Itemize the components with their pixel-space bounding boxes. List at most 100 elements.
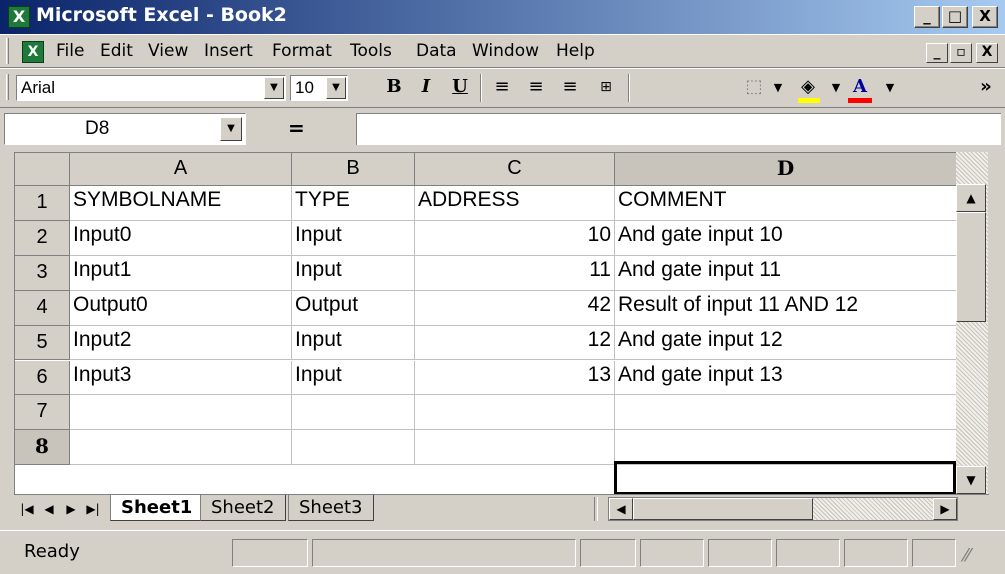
grid-cell[interactable]: Input2 bbox=[70, 325, 292, 361]
grid-cell[interactable]: Result of input 11 AND 12 bbox=[615, 290, 957, 326]
maximize-button[interactable]: □ bbox=[942, 6, 968, 28]
grid-cell[interactable]: Output0 bbox=[70, 290, 292, 326]
first-sheet-icon[interactable]: |◀ bbox=[16, 498, 38, 520]
menu-data[interactable]: Data bbox=[416, 41, 457, 61]
scroll-up-button[interactable]: ▲ bbox=[956, 184, 986, 212]
bold-button[interactable]: B bbox=[380, 74, 408, 100]
font-color-button[interactable]: A bbox=[846, 74, 874, 100]
underline-button[interactable]: U bbox=[446, 74, 474, 100]
tab-sheet1[interactable]: Sheet1 bbox=[110, 495, 204, 521]
insert-function-button[interactable]: = bbox=[288, 116, 305, 140]
grid-cell[interactable] bbox=[415, 430, 615, 466]
last-sheet-icon[interactable]: ▶| bbox=[82, 498, 104, 520]
grid-cell[interactable]: Input0 bbox=[70, 220, 292, 256]
grid-cell[interactable]: Input bbox=[292, 255, 415, 291]
vertical-scrollbar[interactable]: ▲ ▼ bbox=[956, 152, 988, 494]
grid-cell[interactable] bbox=[615, 395, 957, 431]
menu-insert[interactable]: Insert bbox=[204, 41, 253, 61]
menu-format[interactable]: Format bbox=[272, 41, 332, 61]
grid-cell[interactable] bbox=[70, 430, 292, 466]
column-header-a[interactable]: A bbox=[70, 153, 292, 186]
grid-cell[interactable]: Input bbox=[292, 360, 415, 396]
row-header[interactable]: 1 bbox=[15, 186, 70, 221]
grid-cell[interactable] bbox=[292, 430, 415, 466]
tab-split-handle[interactable] bbox=[594, 497, 598, 521]
grid-cell[interactable]: And gate input 13 bbox=[615, 360, 957, 396]
menu-help[interactable]: Help bbox=[556, 41, 595, 61]
horizontal-scroll-thumb[interactable] bbox=[633, 498, 813, 520]
doc-restore-button[interactable]: ▫ bbox=[950, 43, 972, 63]
grid-cell[interactable] bbox=[615, 430, 957, 466]
close-button[interactable]: X bbox=[972, 6, 998, 28]
grid-cell[interactable]: 11 bbox=[415, 255, 615, 291]
menu-window[interactable]: Window bbox=[472, 41, 539, 61]
grid-cell[interactable]: SYMBOLNAME bbox=[70, 186, 292, 221]
tab-sheet3[interactable]: Sheet3 bbox=[288, 495, 374, 521]
scroll-right-button[interactable]: ▶ bbox=[933, 498, 957, 520]
font-color-dropdown-icon[interactable]: ▼ bbox=[876, 74, 904, 100]
grid-cell[interactable]: Input1 bbox=[70, 255, 292, 291]
chevron-down-icon[interactable]: ▼ bbox=[220, 117, 242, 141]
grid-cell[interactable]: Input3 bbox=[70, 360, 292, 396]
select-all-corner[interactable] bbox=[15, 153, 70, 186]
column-header-c[interactable]: C bbox=[415, 153, 615, 186]
next-sheet-icon[interactable]: ▶ bbox=[60, 498, 82, 520]
tab-sheet2[interactable]: Sheet2 bbox=[200, 495, 286, 521]
resize-grip-icon[interactable]: ⁄⁄ bbox=[964, 545, 994, 569]
menu-file[interactable]: File bbox=[56, 41, 84, 61]
doc-close-button[interactable]: X bbox=[976, 43, 998, 63]
scroll-left-button[interactable]: ◀ bbox=[609, 498, 633, 520]
fill-color-icon[interactable]: ◈ bbox=[794, 74, 822, 100]
menu-grip[interactable] bbox=[6, 38, 9, 64]
grid-cell[interactable]: Input bbox=[292, 325, 415, 361]
align-left-icon[interactable]: ≡ bbox=[488, 74, 516, 100]
active-cell-outline[interactable] bbox=[614, 461, 956, 495]
grid-cell[interactable]: COMMENT bbox=[615, 186, 957, 221]
row-header[interactable]: 7 bbox=[15, 395, 70, 431]
toolbar-grip[interactable] bbox=[6, 74, 9, 100]
menu-edit[interactable]: Edit bbox=[100, 41, 133, 61]
grid-cell[interactable]: 42 bbox=[415, 290, 615, 326]
scroll-down-button[interactable]: ▼ bbox=[956, 466, 986, 494]
column-header-d[interactable]: D bbox=[615, 153, 957, 186]
workbook-icon[interactable]: X bbox=[22, 41, 44, 63]
grid-cell[interactable]: Output bbox=[292, 290, 415, 326]
menu-tools[interactable]: Tools bbox=[350, 41, 392, 61]
horizontal-scrollbar[interactable]: ◀ ▶ bbox=[608, 497, 958, 521]
chevron-down-icon[interactable]: ▼ bbox=[264, 77, 284, 99]
grid-cell[interactable]: 12 bbox=[415, 325, 615, 361]
doc-minimize-button[interactable]: _ bbox=[926, 43, 948, 63]
chevron-down-icon[interactable]: ▼ bbox=[326, 77, 346, 99]
grid-cell[interactable]: ADDRESS bbox=[415, 186, 615, 221]
grid-cell[interactable]: 13 bbox=[415, 360, 615, 396]
align-center-icon[interactable]: ≡ bbox=[522, 74, 550, 100]
grid-cell[interactable]: And gate input 12 bbox=[615, 325, 957, 361]
borders-dropdown-icon[interactable]: ▼ bbox=[764, 74, 792, 100]
row-header[interactable]: 3 bbox=[15, 255, 70, 291]
menu-view[interactable]: View bbox=[148, 41, 188, 61]
grid-cell[interactable]: Input bbox=[292, 220, 415, 256]
grid-cell[interactable]: 10 bbox=[415, 220, 615, 256]
row-header[interactable]: 2 bbox=[15, 220, 70, 256]
name-box[interactable]: D8 ▼ bbox=[4, 113, 246, 145]
prev-sheet-icon[interactable]: ◀ bbox=[38, 498, 60, 520]
grid-cell[interactable]: And gate input 10 bbox=[615, 220, 957, 256]
font-name-select[interactable]: Arial ▼ bbox=[16, 75, 286, 101]
excel-app-icon[interactable]: X bbox=[8, 6, 30, 28]
row-header[interactable]: 4 bbox=[15, 290, 70, 326]
row-header[interactable]: 5 bbox=[15, 325, 70, 361]
grid-cell[interactable] bbox=[70, 395, 292, 431]
align-right-icon[interactable]: ≡ bbox=[556, 74, 584, 100]
toolbar-options-button[interactable]: » bbox=[972, 74, 1000, 100]
minimize-button[interactable]: _ bbox=[914, 6, 940, 28]
column-header-b[interactable]: B bbox=[292, 153, 415, 186]
row-header[interactable]: 8 bbox=[15, 430, 70, 466]
grid-cell[interactable]: And gate input 11 bbox=[615, 255, 957, 291]
grid-cell[interactable] bbox=[292, 395, 415, 431]
grid-cell[interactable] bbox=[415, 395, 615, 431]
formula-input[interactable] bbox=[356, 113, 1001, 145]
grid-cell[interactable]: TYPE bbox=[292, 186, 415, 221]
merge-center-icon[interactable]: ⊞ bbox=[592, 74, 620, 100]
font-size-select[interactable]: 10 ▼ bbox=[290, 75, 348, 101]
row-header[interactable]: 6 bbox=[15, 360, 70, 396]
